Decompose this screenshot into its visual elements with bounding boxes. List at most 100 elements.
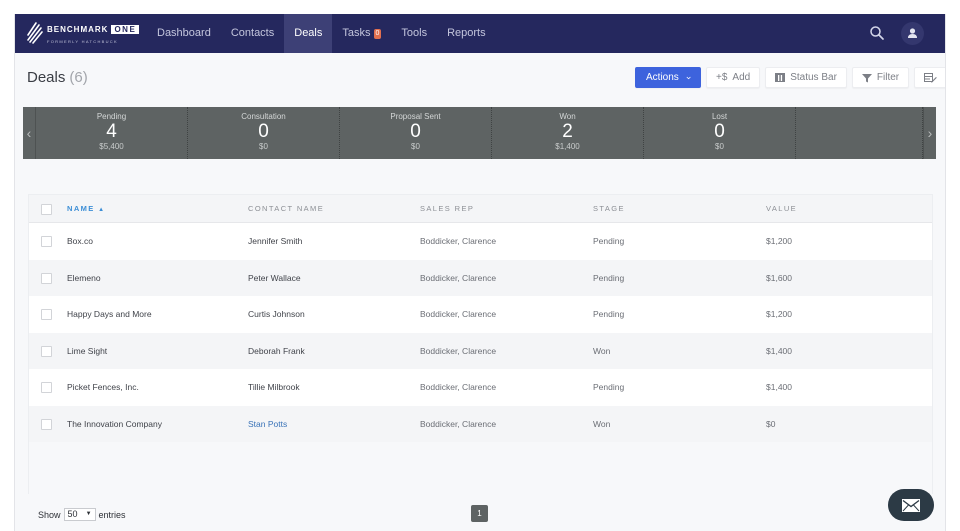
row-checkbox[interactable] xyxy=(41,272,52,284)
user-icon xyxy=(908,28,917,38)
row-checkbox[interactable] xyxy=(41,309,52,320)
contact-name: Jennifer Smith xyxy=(248,236,303,246)
stage-lost[interactable]: Lost 0 $0 xyxy=(644,107,796,159)
sort-ascending-icon: ▲ xyxy=(98,207,106,213)
entries-value: 50 xyxy=(67,509,78,519)
brand-logo[interactable]: BENCHMARK ONE FORMERLY HATCHBUCK xyxy=(27,19,152,49)
sales-rep: Boddicker, Clarence xyxy=(420,418,497,429)
entries-label: entries xyxy=(98,509,126,520)
brand-name-text: BENCHMARK xyxy=(47,25,109,34)
stage-amount: $0 xyxy=(259,142,268,151)
nav-item-dashboard[interactable]: Dashboard xyxy=(147,14,221,53)
stage-count: 2 xyxy=(562,121,573,142)
page-title-text: Deals xyxy=(27,69,66,86)
column-header-stage[interactable]: STAGE xyxy=(593,195,625,223)
sales-rep: Boddicker, Clarence xyxy=(420,309,497,319)
show-label: Show xyxy=(38,509,61,520)
pagination-page-1[interactable]: 1 xyxy=(471,505,488,522)
deal-value: $1,200 xyxy=(766,236,792,246)
deal-stage: Pending xyxy=(593,309,625,319)
row-checkbox[interactable] xyxy=(41,382,52,393)
stage-count: 0 xyxy=(410,121,421,142)
deal-stage: Pending xyxy=(593,236,625,246)
stage-empty xyxy=(796,107,923,159)
brand-tagline: FORMERLY HATCHBUCK xyxy=(47,39,118,44)
row-checkbox[interactable] xyxy=(41,236,52,247)
stage-proposal-sent[interactable]: Proposal Sent 0 $0 xyxy=(340,107,492,159)
brand-name-highlight: ONE xyxy=(111,25,140,34)
stage-count: 0 xyxy=(258,121,269,142)
stage-amount: $0 xyxy=(715,142,724,151)
table-row[interactable]: Elemeno Peter Wallace Boddicker, Clarenc… xyxy=(29,259,932,296)
deals-table: NAME ▲ CONTACT NAME SALES REP STAGE VALU… xyxy=(28,194,933,494)
row-checkbox[interactable] xyxy=(41,345,52,357)
contact-name: Peter Wallace xyxy=(248,272,301,283)
deal-stage: Won xyxy=(593,345,611,356)
contact-name-link[interactable]: Stan Potts xyxy=(248,406,287,442)
nav-item-tools[interactable]: Tools xyxy=(391,14,437,53)
dropdown-caret-icon: ▼ xyxy=(85,511,92,517)
actions-label: Actions xyxy=(646,72,679,83)
stage-amount: $5,400 xyxy=(99,142,124,151)
filter-button[interactable]: Filter xyxy=(851,67,910,88)
edit-columns-icon xyxy=(924,72,937,83)
deal-name[interactable]: The Innovation Company xyxy=(67,406,162,442)
entries-per-page-select[interactable]: 50 ▼ xyxy=(63,508,96,521)
chevron-down-icon xyxy=(686,76,691,79)
table-row[interactable]: Picket Fences, Inc. Tillie Milbrook Bodd… xyxy=(29,369,932,406)
filter-label: Filter xyxy=(876,72,900,83)
table-row[interactable]: Happy Days and More Curtis Johnson Boddi… xyxy=(29,296,932,333)
stage-count: 4 xyxy=(106,121,117,142)
stage-amount: $0 xyxy=(411,142,420,151)
deal-stage: Pending xyxy=(593,272,625,283)
status-bar-toggle-button[interactable]: Status Bar xyxy=(765,67,847,88)
nav-item-reports[interactable]: Reports xyxy=(437,14,496,53)
table-row[interactable]: Box.co Jennifer Smith Boddicker, Clarenc… xyxy=(29,223,932,260)
logo-mark-icon xyxy=(27,22,43,44)
email-fab-button[interactable] xyxy=(888,489,934,521)
columns-icon xyxy=(775,73,786,82)
stage-won[interactable]: Won 2 $1,400 xyxy=(492,107,644,159)
table-row[interactable]: The Innovation Company Stan Potts Boddic… xyxy=(29,405,932,442)
deal-name[interactable]: Lime Sight xyxy=(67,333,107,369)
add-money-icon: +$ xyxy=(716,72,728,83)
envelope-icon xyxy=(902,498,920,512)
status-bar-prev-arrow[interactable]: ‹ xyxy=(23,107,36,159)
main-nav: Dashboard Contacts Deals Tasks 0 Tools Re… xyxy=(147,14,496,53)
sales-rep: Boddicker, Clarence xyxy=(420,382,497,392)
search-icon[interactable] xyxy=(869,25,885,41)
stage-pending[interactable]: Pending 4 $5,400 xyxy=(36,107,188,159)
deal-name[interactable]: Box.co xyxy=(67,223,93,259)
deal-name[interactable]: Happy Days and More xyxy=(67,296,152,332)
nav-item-tasks[interactable]: Tasks 0 xyxy=(332,14,391,53)
user-avatar-button[interactable] xyxy=(901,22,924,45)
add-label: Add xyxy=(732,72,751,83)
stage-consultation[interactable]: Consultation 0 $0 xyxy=(188,107,340,159)
status-bar-next-arrow[interactable]: › xyxy=(923,107,936,159)
filter-icon xyxy=(861,73,872,83)
nav-item-deals[interactable]: Deals xyxy=(284,14,333,53)
edit-columns-button[interactable] xyxy=(914,67,945,88)
column-header-sales-rep[interactable]: SALES REP xyxy=(420,195,474,223)
deal-stage: Pending xyxy=(593,382,625,392)
table-row[interactable]: Lime Sight Deborah Frank Boddicker, Clar… xyxy=(29,332,932,369)
select-all-checkbox[interactable] xyxy=(41,204,52,215)
top-nav: BENCHMARK ONE FORMERLY HATCHBUCK Dashboar… xyxy=(15,14,945,53)
column-header-contact-name[interactable]: CONTACT NAME xyxy=(248,195,324,223)
row-checkbox[interactable] xyxy=(41,418,52,430)
column-header-value[interactable]: VALUE xyxy=(766,195,797,223)
sales-rep: Boddicker, Clarence xyxy=(420,236,497,246)
deal-value: $1,600 xyxy=(766,272,792,283)
nav-label: Contacts xyxy=(230,27,275,39)
column-label: NAME xyxy=(67,204,95,213)
deal-name[interactable]: Elemeno xyxy=(67,260,101,296)
column-header-name[interactable]: NAME ▲ xyxy=(67,195,106,224)
actions-dropdown-button[interactable]: Actions xyxy=(635,67,701,88)
app-frame: BENCHMARK ONE FORMERLY HATCHBUCK Dashboar… xyxy=(14,14,946,531)
deal-name[interactable]: Picket Fences, Inc. xyxy=(67,369,139,405)
add-deal-button[interactable]: +$ Add xyxy=(706,67,761,88)
nav-item-contacts[interactable]: Contacts xyxy=(221,14,284,53)
deal-value: $0 xyxy=(766,418,776,429)
nav-label: Reports xyxy=(447,27,486,39)
contact-name: Deborah Frank xyxy=(248,345,305,356)
